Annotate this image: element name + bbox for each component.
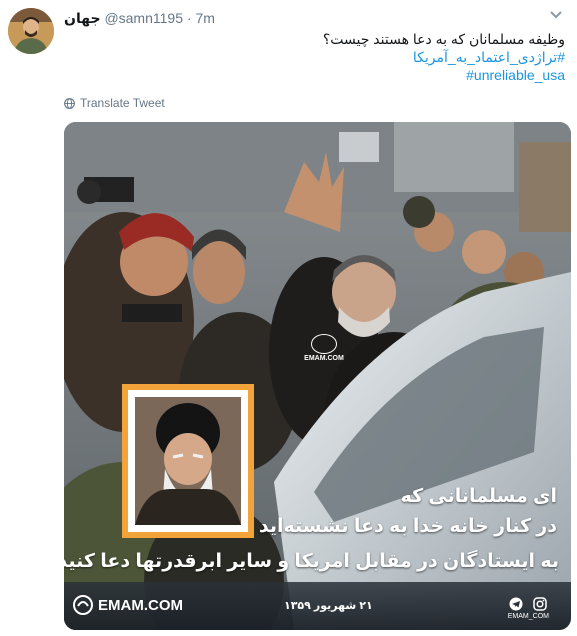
globe-icon — [64, 97, 75, 109]
separator-dot: · — [186, 10, 192, 26]
chevron-down-icon[interactable] — [549, 10, 563, 20]
emam-logo-icon — [73, 595, 93, 615]
caption-line: در کنار خانه خدا به دعا نشسته‌اید — [258, 516, 557, 537]
tweet-media-image[interactable]: EMAM.COM ای مسلمانانی که در کنار خانه خد… — [64, 122, 571, 630]
instagram-icon — [533, 597, 548, 611]
date-label: ۲۱ شهریور ۱۳۵۹ — [284, 600, 373, 612]
author-name[interactable]: جهان — [64, 10, 101, 26]
watermark-text: EMAM.COM — [304, 355, 344, 362]
tweet-text: وظیفه مسلمانان که به دعا هستند چیست؟ #تر… — [65, 30, 565, 84]
caption-line: ای مسلمانانی که — [400, 486, 557, 507]
caption-line: به ایستادگان در مقابل امریکا و سایر ابرق… — [64, 551, 559, 572]
telegram-icon — [509, 597, 523, 611]
social-icons: EMAM_COM — [508, 597, 549, 620]
footer-site-label: EMAM_COM — [507, 613, 549, 620]
emam-watermark: EMAM.COM — [296, 334, 352, 362]
avatar-image — [8, 8, 54, 54]
portrait-frame — [122, 384, 254, 538]
translate-label: Translate Tweet — [80, 96, 165, 110]
author-handle[interactable]: @samn1195 — [104, 10, 183, 26]
avatar[interactable] — [8, 8, 54, 54]
hashtag-link[interactable]: #تراژدی_اعتماد_به_آمریکا — [65, 48, 565, 66]
emam-logo-text: EMAM.COM — [98, 596, 183, 614]
emam-logo: EMAM.COM — [72, 594, 183, 616]
portrait-inner — [128, 390, 248, 532]
emam-seal-icon — [311, 334, 337, 354]
hashtag-link[interactable]: #unreliable_usa — [65, 66, 565, 84]
image-footer-bar: EMAM.COM ۲۱ شهریور ۱۳۵۹ EMAM_COM — [64, 582, 571, 630]
tweet-text-line: وظیفه مسلمانان که به دعا هستند چیست؟ — [322, 31, 565, 47]
tweet-time[interactable]: 7m — [195, 10, 214, 26]
translate-tweet-button[interactable]: Translate Tweet — [64, 96, 165, 110]
portrait-image — [135, 397, 241, 525]
tweet-header: جهان @samn1195 · 7m — [64, 10, 215, 27]
